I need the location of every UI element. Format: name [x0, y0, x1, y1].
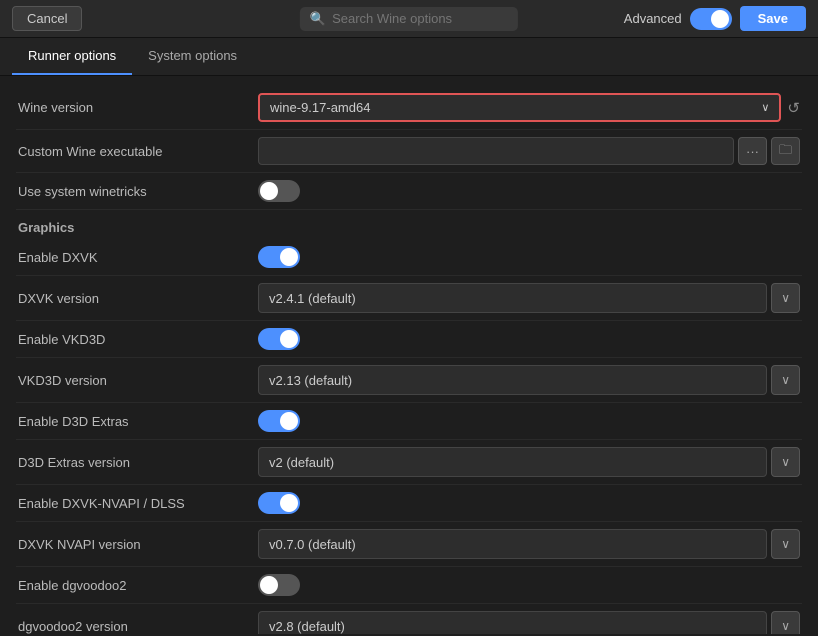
use-winetricks-control: [258, 180, 800, 202]
dxvk-version-row: DXVK version v2.4.1 (default) ∨: [16, 276, 802, 321]
toggle-knob: [280, 494, 298, 512]
cancel-button[interactable]: Cancel: [12, 6, 82, 31]
advanced-row: Advanced Save: [624, 6, 806, 31]
topbar: Cancel 🔍 Advanced Save: [0, 0, 818, 38]
enable-dxvk-toggle[interactable]: [258, 246, 300, 268]
dxvk-version-label: DXVK version: [18, 291, 258, 306]
wine-version-label: Wine version: [18, 100, 258, 115]
use-winetricks-toggle[interactable]: [258, 180, 300, 202]
enable-d3d-extras-control: [258, 410, 800, 432]
use-winetricks-label: Use system winetricks: [18, 184, 258, 199]
chevron-down-icon: ∨: [761, 101, 769, 114]
wine-version-value: wine-9.17-amd64: [270, 100, 370, 115]
enable-dgvoodoo2-control: [258, 574, 800, 596]
dxvk-nvapi-version-dropdown[interactable]: v0.7.0 (default): [258, 529, 767, 559]
d3d-extras-version-chevron[interactable]: ∨: [771, 447, 800, 477]
use-winetricks-row: Use system winetricks: [16, 173, 802, 210]
custom-wine-label: Custom Wine executable: [18, 144, 258, 159]
wine-version-control: wine-9.17-amd64 ∨ ↺: [258, 93, 800, 122]
toggle-knob: [280, 412, 298, 430]
enable-d3d-extras-toggle[interactable]: [258, 410, 300, 432]
enable-dxvk-nvapi-label: Enable DXVK-NVAPI / DLSS: [18, 496, 258, 511]
dgvoodoo2-version-dropdown[interactable]: v2.8 (default): [258, 611, 767, 634]
dxvk-nvapi-version-chevron[interactable]: ∨: [771, 529, 800, 559]
dxvk-version-value: v2.4.1 (default): [269, 291, 356, 306]
dxvk-version-chevron[interactable]: ∨: [771, 283, 800, 313]
vkd3d-version-row: VKD3D version v2.13 (default) ∨: [16, 358, 802, 403]
toggle-knob: [260, 576, 278, 594]
dxvk-version-control: v2.4.1 (default) ∨: [258, 283, 800, 313]
toggle-knob: [711, 10, 729, 28]
enable-dxvk-row: Enable DXVK: [16, 239, 802, 276]
enable-dgvoodoo2-row: Enable dgvoodoo2: [16, 567, 802, 604]
save-button[interactable]: Save: [740, 6, 806, 31]
d3d-extras-version-label: D3D Extras version: [18, 455, 258, 470]
search-input[interactable]: [332, 11, 508, 26]
enable-dgvoodoo2-label: Enable dgvoodoo2: [18, 578, 258, 593]
wine-version-row: Wine version wine-9.17-amd64 ∨ ↺: [16, 86, 802, 130]
dxvk-nvapi-version-control: v0.7.0 (default) ∨: [258, 529, 800, 559]
enable-vkd3d-row: Enable VKD3D: [16, 321, 802, 358]
wine-version-reset-button[interactable]: ↺: [787, 99, 800, 117]
d3d-extras-version-dropdown[interactable]: v2 (default): [258, 447, 767, 477]
enable-vkd3d-control: [258, 328, 800, 350]
enable-d3d-extras-row: Enable D3D Extras: [16, 403, 802, 440]
dgvoodoo2-version-value: v2.8 (default): [269, 619, 345, 634]
enable-dxvk-label: Enable DXVK: [18, 250, 258, 265]
vkd3d-version-dropdown[interactable]: v2.13 (default): [258, 365, 767, 395]
dxvk-nvapi-version-value: v0.7.0 (default): [269, 537, 356, 552]
dgvoodoo2-version-label: dgvoodoo2 version: [18, 619, 258, 634]
toggle-knob: [280, 330, 298, 348]
toggle-knob: [280, 248, 298, 266]
enable-dxvk-nvapi-toggle[interactable]: [258, 492, 300, 514]
vkd3d-version-label: VKD3D version: [18, 373, 258, 388]
dxvk-nvapi-version-row: DXVK NVAPI version v0.7.0 (default) ∨: [16, 522, 802, 567]
d3d-extras-version-value: v2 (default): [269, 455, 334, 470]
graphics-section-header: Graphics: [16, 210, 802, 239]
advanced-toggle[interactable]: [690, 8, 732, 30]
d3d-extras-version-row: D3D Extras version v2 (default) ∨: [16, 440, 802, 485]
dgvoodoo2-version-control: v2.8 (default) ∨: [258, 611, 800, 634]
dgvoodoo2-version-chevron[interactable]: ∨: [771, 611, 800, 634]
vkd3d-version-control: v2.13 (default) ∨: [258, 365, 800, 395]
tabs: Runner options System options: [0, 38, 818, 76]
enable-dxvk-nvapi-control: [258, 492, 800, 514]
custom-wine-browse-button[interactable]: ···: [738, 137, 767, 165]
wine-version-dropdown[interactable]: wine-9.17-amd64 ∨: [258, 93, 781, 122]
dgvoodoo2-version-row: dgvoodoo2 version v2.8 (default) ∨: [16, 604, 802, 634]
toggle-knob: [260, 182, 278, 200]
enable-d3d-extras-label: Enable D3D Extras: [18, 414, 258, 429]
vkd3d-version-value: v2.13 (default): [269, 373, 352, 388]
custom-wine-input[interactable]: [258, 137, 734, 165]
enable-dgvoodoo2-toggle[interactable]: [258, 574, 300, 596]
custom-wine-folder-button[interactable]: 🗀: [771, 137, 800, 165]
advanced-label: Advanced: [624, 11, 682, 26]
vkd3d-version-chevron[interactable]: ∨: [771, 365, 800, 395]
tab-system-options[interactable]: System options: [132, 38, 253, 75]
enable-vkd3d-label: Enable VKD3D: [18, 332, 258, 347]
custom-wine-row: Custom Wine executable ··· 🗀: [16, 130, 802, 173]
enable-dxvk-control: [258, 246, 800, 268]
content-area: Wine version wine-9.17-amd64 ∨ ↺ Custom …: [0, 76, 818, 634]
search-icon: 🔍: [310, 11, 326, 27]
search-box: 🔍: [300, 7, 518, 31]
custom-wine-control: ··· 🗀: [258, 137, 800, 165]
dxvk-nvapi-version-label: DXVK NVAPI version: [18, 537, 258, 552]
d3d-extras-version-control: v2 (default) ∨: [258, 447, 800, 477]
dxvk-version-dropdown[interactable]: v2.4.1 (default): [258, 283, 767, 313]
enable-vkd3d-toggle[interactable]: [258, 328, 300, 350]
tab-runner-options[interactable]: Runner options: [12, 38, 132, 75]
enable-dxvk-nvapi-row: Enable DXVK-NVAPI / DLSS: [16, 485, 802, 522]
